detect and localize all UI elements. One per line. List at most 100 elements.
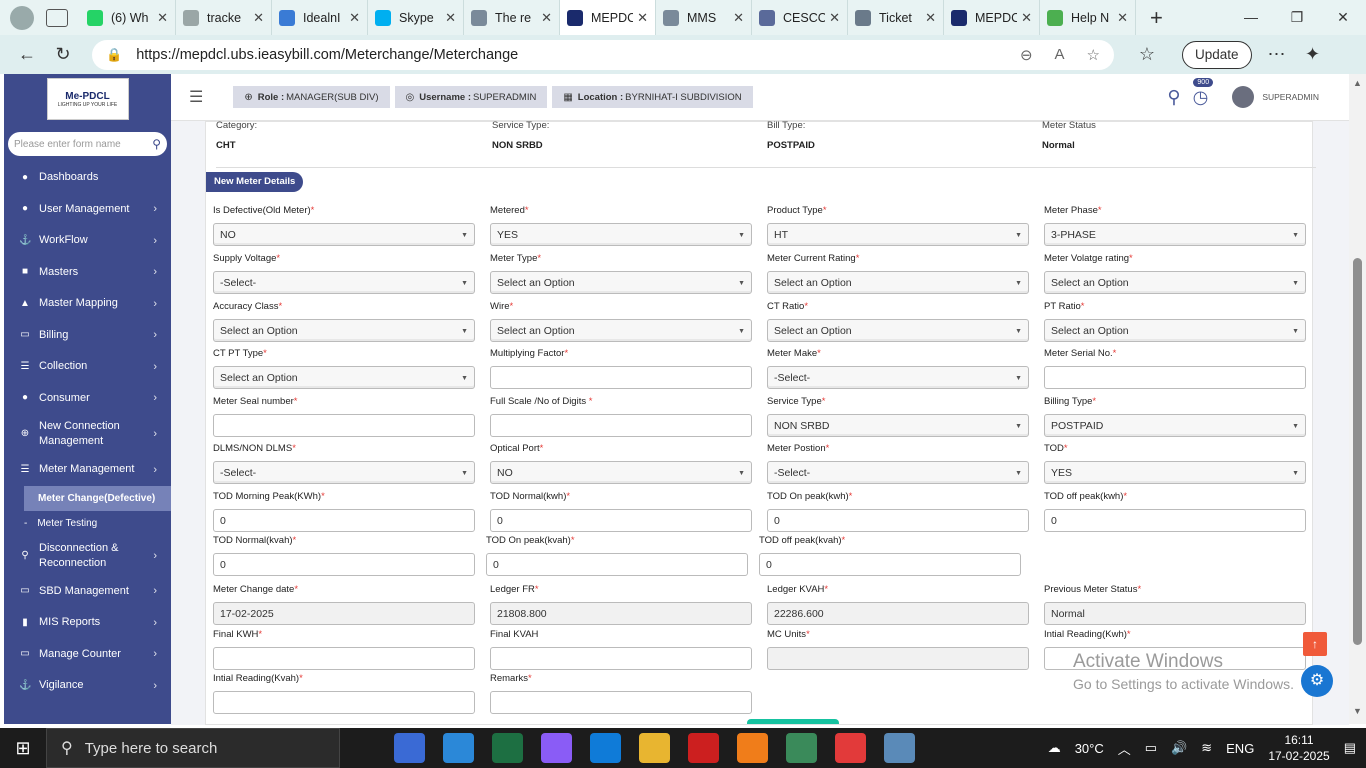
refresh-icon[interactable]: ↻ <box>46 44 80 65</box>
header-user-name[interactable]: SUPERADMIN <box>1262 92 1319 102</box>
update-button[interactable]: Update <box>1182 40 1252 69</box>
tab-close-icon[interactable]: ✕ <box>637 10 648 26</box>
sidebar-item-billing[interactable]: ▭ Billing › <box>4 320 171 352</box>
tab-close-icon[interactable]: ✕ <box>1117 10 1128 26</box>
app-icon-blue[interactable] <box>884 733 915 763</box>
tab-close-icon[interactable]: ✕ <box>1021 10 1032 26</box>
text-input[interactable]: 0 <box>490 509 752 532</box>
back-icon[interactable]: ← <box>10 44 44 65</box>
minimize-icon[interactable]: — <box>1228 9 1274 26</box>
tab-close-icon[interactable]: ✕ <box>541 10 552 26</box>
text-input[interactable]: 0 <box>759 553 1021 576</box>
zoom-icon[interactable]: ⊖ <box>1020 46 1033 64</box>
taskbar-search-box[interactable]: ⚲ Type here to search <box>46 728 340 768</box>
app-icon-green[interactable] <box>786 733 817 763</box>
sidebar-subitem[interactable]: Meter Change(Defective) <box>24 485 171 511</box>
select-dropdown[interactable]: Select an Option ▲ <box>767 271 1029 294</box>
language-indicator[interactable]: ENG <box>1226 741 1254 756</box>
text-input[interactable]: 0 <box>213 553 475 576</box>
tab-close-icon[interactable]: ✕ <box>157 10 168 26</box>
sidebar-item-disconnection-reconnection[interactable]: ⚲ Disconnection & Reconnection › <box>4 536 171 576</box>
scroll-top-button[interactable]: ↑ <box>1303 632 1327 656</box>
browser-tab[interactable]: The re ✕ <box>464 0 560 35</box>
task-view-icon[interactable] <box>394 733 425 763</box>
app-icon-red[interactable] <box>835 733 866 763</box>
sidebar-item-collection[interactable]: ☰ Collection › <box>4 351 171 383</box>
select-dropdown[interactable]: Select an Option ▲ <box>213 319 475 342</box>
text-input[interactable] <box>213 691 475 714</box>
app-icon-orange[interactable] <box>737 733 768 763</box>
text-input[interactable] <box>490 366 752 389</box>
sidebar-item-master-mapping[interactable]: ▲ Master Mapping › <box>4 288 171 320</box>
select-dropdown[interactable]: Select an Option ▲ <box>1044 271 1306 294</box>
select-dropdown[interactable]: HT ▲ <box>767 223 1029 246</box>
submit-button[interactable] <box>747 719 839 724</box>
store-icon[interactable] <box>443 733 474 763</box>
sidebar-item-dashboards[interactable]: ● Dashboards <box>4 162 171 194</box>
tab-close-icon[interactable]: ✕ <box>733 10 744 26</box>
location-pin-icon[interactable]: ⚲ <box>1167 87 1180 108</box>
weather-icon[interactable]: ☁ <box>1048 740 1061 756</box>
browser-tab[interactable]: (6) Wh ✕ <box>80 0 176 35</box>
copilot-app-icon[interactable] <box>541 733 572 763</box>
read-aloud-icon[interactable]: A <box>1055 46 1065 64</box>
page-scrollbar[interactable]: ▲ ▼ <box>1349 74 1366 724</box>
select-dropdown[interactable]: -Select- ▲ <box>213 271 475 294</box>
clock-icon[interactable]: ◷ <box>1193 87 1209 108</box>
sidebar-item-masters[interactable]: ■ Masters › <box>4 257 171 289</box>
select-dropdown[interactable]: POSTPAID ▲ <box>1044 414 1306 437</box>
tab-close-icon[interactable]: ✕ <box>445 10 456 26</box>
select-dropdown[interactable]: YES ▲ <box>490 223 752 246</box>
windows-start-icon[interactable]: ⊞ <box>0 738 46 759</box>
restore-icon[interactable]: ❐ <box>1274 9 1320 26</box>
select-dropdown[interactable]: Select an Option ▲ <box>490 319 752 342</box>
tab-close-icon[interactable]: ✕ <box>253 10 264 26</box>
tray-chevron-icon[interactable]: ︿ <box>1118 739 1131 758</box>
select-dropdown[interactable]: NO ▲ <box>213 223 475 246</box>
select-dropdown[interactable]: YES ▲ <box>1044 461 1306 484</box>
new-tab-icon[interactable]: + <box>1150 5 1163 31</box>
sidebar-item-manage-counter[interactable]: ▭ Manage Counter › <box>4 639 171 671</box>
browser-tab[interactable]: MEPDC ✕ <box>944 0 1040 35</box>
text-input[interactable] <box>213 647 475 670</box>
text-input[interactable] <box>490 691 752 714</box>
favorite-star-icon[interactable]: ☆ <box>1087 46 1100 64</box>
opera-icon[interactable] <box>688 733 719 763</box>
file-explorer-icon[interactable] <box>639 733 670 763</box>
select-dropdown[interactable]: -Select- ▲ <box>767 366 1029 389</box>
text-input[interactable] <box>490 647 752 670</box>
text-input[interactable]: 0 <box>486 553 748 576</box>
scroll-up-arrow-icon[interactable]: ▲ <box>1353 78 1362 88</box>
sidebar-item-new-connection-management[interactable]: ⊕ New Connection Management › <box>4 414 171 454</box>
profile-avatar-icon[interactable] <box>10 5 34 30</box>
select-dropdown[interactable]: NO ▲ <box>490 461 752 484</box>
browser-tab[interactable]: Ticket ✕ <box>848 0 944 35</box>
select-dropdown[interactable]: Select an Option ▲ <box>1044 319 1306 342</box>
select-dropdown[interactable]: Select an Option ▲ <box>767 319 1029 342</box>
excel-icon[interactable] <box>492 733 523 763</box>
scrollbar-thumb[interactable] <box>1353 258 1362 645</box>
settings-gear-button[interactable]: ⚙ <box>1301 665 1333 697</box>
copilot-icon[interactable]: ✦ <box>1296 44 1330 65</box>
url-field[interactable]: 🔒 https://mepdcl.ubs.ieasybill.com/Meter… <box>92 39 1114 70</box>
browser-tab[interactable]: Skype ✕ <box>368 0 464 35</box>
tab-close-icon[interactable]: ✕ <box>829 10 840 26</box>
more-menu-icon[interactable]: ⋯ <box>1268 44 1286 65</box>
select-dropdown[interactable]: -Select- ▲ <box>767 461 1029 484</box>
form-search-input[interactable]: Please enter form name ⚲ <box>8 132 167 156</box>
sidebar-item-user-management[interactable]: ● User Management › <box>4 194 171 226</box>
text-input[interactable]: 0 <box>1044 509 1306 532</box>
weather-temp[interactable]: 30°C <box>1075 741 1104 756</box>
browser-tab[interactable]: MEPDC ✕ <box>560 0 656 35</box>
wifi-icon[interactable]: ≋ <box>1201 740 1212 756</box>
select-dropdown[interactable]: Select an Option ▲ <box>213 366 475 389</box>
browser-tab[interactable]: tracke ✕ <box>176 0 272 35</box>
sidebar-subitem[interactable]: - Meter Testing <box>4 511 171 536</box>
favorites-icon[interactable]: ☆ <box>1130 44 1164 65</box>
browser-tab[interactable]: Help N ✕ <box>1040 0 1136 35</box>
text-input[interactable]: 0 <box>213 509 475 532</box>
edge-icon[interactable] <box>590 733 621 763</box>
sidebar-item-vigilance[interactable]: ⚓ Vigilance › <box>4 670 171 702</box>
clock[interactable]: 16:11 17-02-2025 <box>1268 732 1329 764</box>
hamburger-menu-icon[interactable]: ☰ <box>189 87 203 107</box>
